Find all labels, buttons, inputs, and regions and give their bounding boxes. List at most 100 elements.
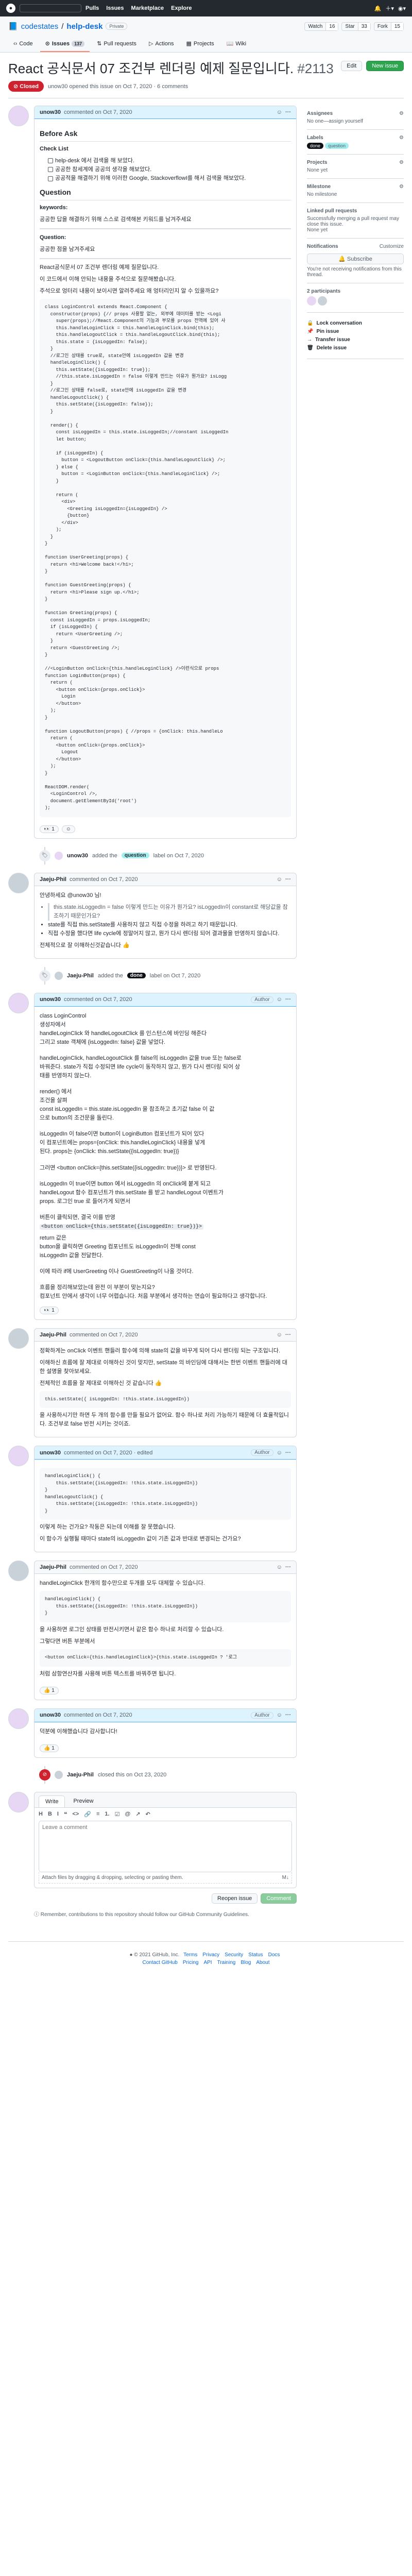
kebab-icon[interactable]: ··· [285,1712,291,1718]
tab-pull-requests[interactable]: ⇅ Pull requests [92,36,142,52]
kebab-icon[interactable]: ··· [285,1332,291,1338]
reply-icon[interactable]: ↶ [145,1811,150,1818]
avatar[interactable] [8,1561,29,1582]
tab-issues[interactable]: ⊙ Issues 137 [40,36,90,52]
nav-issues[interactable]: Issues [106,5,124,11]
kebab-icon[interactable]: ··· [285,996,291,1003]
smiley-icon[interactable]: ☺ [277,996,282,1003]
comment-time[interactable]: commented on Oct 7, 2020 [64,109,132,115]
milestone-heading[interactable]: Milestone [307,184,331,190]
kebab-icon[interactable]: ··· [285,1450,291,1456]
avatar[interactable] [55,851,63,860]
comment-time[interactable]: commented on Oct 7, 2020 [70,876,138,883]
footer-link[interactable]: Blog [241,1960,251,1965]
checkbox[interactable] [48,167,53,173]
repo-owner-link[interactable]: codestates [21,22,59,31]
avatar[interactable] [8,1791,29,1812]
footer-link[interactable]: Security [225,1952,243,1958]
comment-time[interactable]: commented on Oct 7, 2020 [64,996,132,1003]
heading-icon[interactable]: H [39,1811,43,1818]
italic-icon[interactable]: I [57,1811,59,1818]
reaction-thumbs-up[interactable]: 👍 1 [40,1744,59,1752]
smiley-icon[interactable]: ☺ [277,109,282,115]
avatar[interactable] [307,296,316,306]
projects-heading[interactable]: Projects [307,160,327,165]
comment-author[interactable]: unow30 [40,1450,61,1456]
transfer-issue[interactable]: → Transfer issue [307,337,404,343]
tab-actions[interactable]: ▷ Actions [144,36,179,52]
footer-link[interactable]: API [203,1960,212,1965]
smiley-icon[interactable]: ☺ [277,1712,282,1718]
footer-link[interactable]: Docs [268,1952,280,1958]
labels-heading[interactable]: Labels [307,135,323,141]
avatar[interactable] [55,1770,63,1779]
link-icon[interactable]: 🔗 [84,1811,91,1818]
subscribe-button[interactable]: 🔔 Subscribe [307,253,404,265]
comment-author[interactable]: unow30 [40,996,61,1003]
comment-time[interactable]: commented on Oct 7, 2020 [70,1332,138,1338]
avatar[interactable]: ◉▾ [398,5,406,12]
bell-icon[interactable]: 🔔 [374,5,382,12]
reaction-eyes[interactable]: 👀 1 [40,825,59,833]
lock-conversation[interactable]: 🔒 Lock conversation [307,320,404,326]
bold-icon[interactable]: B [48,1811,52,1818]
avatar[interactable] [8,106,29,127]
comment-time[interactable]: commented on Oct 7, 2020 · edited [64,1450,152,1456]
kebab-icon[interactable]: ··· [285,876,291,883]
attach-files-area[interactable]: Attach files by dragging & dropping, sel… [39,1872,292,1884]
avatar[interactable] [317,296,327,306]
tab-projects[interactable]: ▦ Projects [181,36,219,52]
numbered-list-icon[interactable]: 1. [105,1811,109,1818]
kebab-icon[interactable]: ··· [285,109,291,115]
mention-icon[interactable]: @ [125,1811,130,1818]
smiley-icon[interactable]: ☺ [277,1332,282,1338]
event-actor[interactable]: Jaeju-Phil [67,973,94,979]
comment-author[interactable]: unow30 [40,109,61,115]
customize-link[interactable]: Customize [380,244,404,249]
comment-time[interactable]: commented on Oct 7, 2020 [70,1564,138,1570]
star-button[interactable]: Star 33 [341,22,371,31]
checkbox[interactable] [48,158,53,164]
kebab-icon[interactable]: ··· [285,1564,291,1570]
smiley-icon[interactable]: ☺ [277,1450,282,1456]
avatar[interactable] [8,992,29,1013]
nav-marketplace[interactable]: Marketplace [131,5,164,11]
repo-name-link[interactable]: help-desk [66,22,102,31]
smiley-icon[interactable]: ☺ [61,825,76,833]
footer-link[interactable]: Pricing [183,1960,199,1965]
fork-button[interactable]: Fork 15 [373,22,404,31]
edit-issue-button[interactable]: Edit [341,61,363,71]
comment-textarea[interactable] [39,1820,292,1872]
avatar[interactable] [8,1328,29,1349]
comment-author[interactable]: Jaeju-Phil [40,1564,66,1570]
delete-issue[interactable]: 🗑 Delete issue [307,345,404,351]
label-done[interactable]: done [307,143,324,149]
avatar[interactable] [8,872,29,893]
checkbox[interactable] [48,176,53,181]
plus-icon[interactable]: ＋▾ [385,4,394,12]
comment-time[interactable]: commented on Oct 7, 2020 [64,1712,132,1718]
quote-icon[interactable]: ❝ [64,1811,67,1818]
footer-link[interactable]: Status [248,1952,263,1958]
pin-issue[interactable]: 📌 Pin issue [307,329,404,334]
gear-icon[interactable]: ⚙ [399,135,404,141]
tab-write[interactable]: Write [39,1795,65,1807]
label-done[interactable]: done [127,973,146,979]
comment-author[interactable]: Jaeju-Phil [40,1332,66,1338]
nav-pulls[interactable]: Pulls [85,5,99,11]
nav-explore[interactable]: Explore [171,5,192,11]
gear-icon[interactable]: ⚙ [399,160,404,165]
label-question[interactable]: question [121,853,149,859]
event-actor[interactable]: unow30 [67,853,88,859]
tab-preview[interactable]: Preview [67,1795,99,1807]
gear-icon[interactable]: ⚙ [399,111,404,116]
avatar[interactable] [8,1708,29,1729]
footer-link[interactable]: Training [217,1960,236,1965]
comment-author[interactable]: unow30 [40,1712,61,1718]
assignees-heading[interactable]: Assignees [307,111,333,116]
smiley-icon[interactable]: ☺ [277,1564,282,1570]
smiley-icon[interactable]: ☺ [277,876,282,883]
assignees-value[interactable]: No one—assign yourself [307,118,404,124]
bulleted-list-icon[interactable]: ≡ [96,1811,99,1818]
event-actor[interactable]: Jaeju-Phil [67,1772,94,1778]
